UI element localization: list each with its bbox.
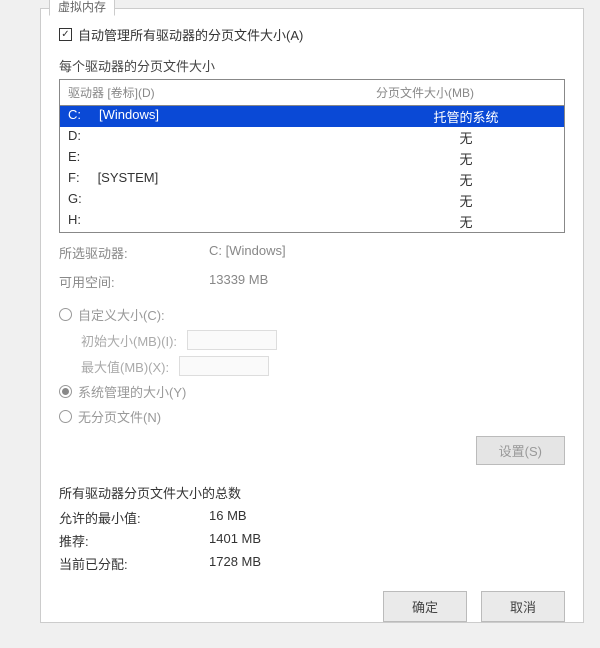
drive-letter: G: [68,191,82,210]
drive-letter: E: [68,149,80,168]
initial-size-input[interactable] [187,330,277,350]
currently-allocated-value: 1728 MB [209,554,261,573]
drive-list: 驱动器 [卷标](D) 分页文件大小(MB) C:[Windows]托管的系统D… [59,79,565,233]
checkbox-icon: ✓ [59,28,72,41]
min-allowed-value: 16 MB [209,508,247,527]
drive-paging-size: 无 [376,191,556,210]
drive-list-item[interactable]: F: [SYSTEM] 无 [60,169,564,190]
drive-paging-size: 无 [376,149,556,168]
radio-system-managed[interactable]: 系统管理的大小(Y) [59,382,565,401]
drive-paging-size: 无 [376,128,556,147]
radio-icon [59,385,72,398]
auto-manage-checkbox-row[interactable]: ✓ 自动管理所有驱动器的分页文件大小(A) [59,25,565,44]
drive-volume-label: [Windows] [99,107,159,126]
drive-list-item[interactable]: D: 无 [60,127,564,148]
selected-drive-value: C: [Windows] [209,243,286,262]
radio-custom-size[interactable]: 自定义大小(C): [59,305,565,324]
drive-paging-size: 无 [376,212,556,231]
system-managed-label: 系统管理的大小(Y) [78,382,186,401]
max-size-input[interactable] [179,356,269,376]
cancel-button[interactable]: 取消 [481,591,565,622]
tab-virtual-memory[interactable]: 虚拟内存 [49,0,115,16]
currently-allocated-label: 当前已分配: [59,554,209,573]
drive-list-header: 驱动器 [卷标](D) 分页文件大小(MB) [60,80,564,105]
recommended-label: 推荐: [59,531,209,550]
auto-manage-label: 自动管理所有驱动器的分页文件大小(A) [78,25,303,44]
max-size-label: 最大值(MB)(X): [81,357,169,376]
radio-icon [59,308,72,321]
drive-list-item[interactable]: G: 无 [60,190,564,211]
drive-list-item[interactable]: E: 无 [60,148,564,169]
drive-letter: F: [68,170,80,189]
free-space-label: 可用空间: [59,272,209,291]
ok-button[interactable]: 确定 [383,591,467,622]
radio-no-paging[interactable]: 无分页文件(N) [59,407,565,426]
drive-paging-size: 托管的系统 [376,107,556,126]
each-drive-label: 每个驱动器的分页文件大小 [59,56,565,75]
initial-size-label: 初始大小(MB)(I): [81,331,177,350]
radio-icon [59,410,72,423]
no-paging-label: 无分页文件(N) [78,407,161,426]
selected-drive-label: 所选驱动器: [59,243,209,262]
custom-size-label: 自定义大小(C): [78,305,165,324]
totals-section: 所有驱动器分页文件大小的总数 允许的最小值: 16 MB 推荐: 1401 MB… [59,483,565,573]
virtual-memory-dialog: 虚拟内存 ✓ 自动管理所有驱动器的分页文件大小(A) 每个驱动器的分页文件大小 … [40,8,584,623]
drive-list-item[interactable]: C: [Windows] 托管的系统 [60,106,564,127]
drive-paging-size: 无 [376,170,556,189]
header-size: 分页文件大小(MB) [376,84,556,101]
free-space-value: 13339 MB [209,272,268,291]
drive-letter: H: [68,212,81,231]
drive-list-item[interactable]: H: 无 [60,211,564,232]
size-options: 自定义大小(C): 初始大小(MB)(I): 最大值(MB)(X): 系统管理的… [59,305,565,426]
drive-letter: D: [68,128,81,147]
set-button[interactable]: 设置(S) [476,436,565,465]
recommended-value: 1401 MB [209,531,261,550]
drive-letter: C: [68,107,81,126]
drive-volume-label: [SYSTEM] [98,170,159,189]
header-drive: 驱动器 [卷标](D) [68,84,376,101]
totals-header: 所有驱动器分页文件大小的总数 [59,483,565,502]
min-allowed-label: 允许的最小值: [59,508,209,527]
